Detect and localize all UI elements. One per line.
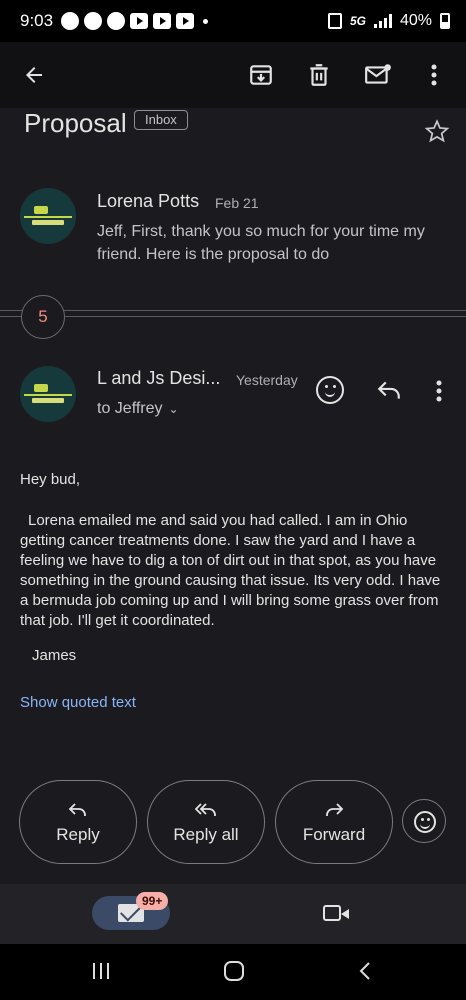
- mower-logo-icon: [34, 206, 48, 214]
- email-greeting: Hey bud,: [20, 471, 81, 488]
- email-subject: Proposal: [24, 108, 127, 138]
- system-status: 5G 40%: [327, 12, 450, 30]
- email-body: Lorena emailed me and said you had calle…: [20, 512, 441, 629]
- news-icon: [176, 13, 195, 29]
- message-snippet: Jeff, First, thank you so much for your …: [97, 223, 425, 263]
- message-more-icon[interactable]: [436, 380, 442, 402]
- recipient-details-toggle[interactable]: to Jeffrey ⌄: [97, 400, 179, 418]
- reply-all-button[interactable]: Reply all: [147, 780, 265, 864]
- inbox-label-chip[interactable]: Inbox: [134, 110, 188, 130]
- collapsed-messages-count[interactable]: 5: [21, 295, 65, 339]
- more-notifications-dot-icon: [203, 18, 209, 24]
- forward-icon: [326, 803, 344, 816]
- reply-all-label: Reply all: [173, 825, 239, 844]
- email-signature: James: [32, 647, 77, 664]
- notification-icon: [61, 12, 80, 30]
- recents-button[interactable]: [93, 963, 109, 979]
- chevron-down-icon: ⌄: [168, 402, 179, 416]
- delete-button[interactable]: [297, 53, 341, 97]
- message-date: Feb 21: [215, 195, 259, 211]
- signal-icon: [373, 14, 392, 28]
- nfc-icon: [327, 13, 342, 29]
- bottom-navigation: 99+: [0, 884, 466, 944]
- mower-logo-icon: [34, 384, 48, 392]
- unread-count-badge: 99+: [136, 892, 169, 910]
- sender-avatar[interactable]: [20, 366, 76, 422]
- mark-unread-icon: [365, 64, 391, 84]
- reply-icon[interactable]: [376, 379, 402, 401]
- battery-icon: [440, 13, 450, 29]
- youtube-icon: [130, 13, 149, 29]
- message-date: Yesterday: [236, 372, 298, 388]
- trash-icon: [310, 64, 328, 86]
- archive-icon: [250, 65, 272, 85]
- forward-label: Forward: [302, 825, 366, 844]
- battery-percent: 40%: [399, 12, 432, 29]
- show-quoted-text-link[interactable]: Show quoted text: [20, 694, 136, 711]
- archive-button[interactable]: [239, 53, 283, 97]
- reply-label: Reply: [56, 825, 100, 844]
- system-navigation-bar: [0, 944, 466, 1000]
- youtube-icon: [153, 13, 172, 29]
- smiley-icon: [414, 811, 436, 833]
- sender-avatar: [20, 188, 76, 244]
- home-button[interactable]: [224, 961, 244, 981]
- chat-icon: [84, 12, 103, 30]
- reply-button[interactable]: Reply: [19, 780, 137, 864]
- emoji-react-button[interactable]: [402, 799, 446, 843]
- nav-meet-tab[interactable]: [323, 905, 349, 921]
- star-icon[interactable]: [424, 118, 450, 144]
- forward-button[interactable]: Forward: [275, 780, 393, 864]
- status-bar: 9:03 5G 40%: [0, 0, 466, 42]
- back-arrow-icon: [26, 67, 42, 83]
- status-time: 9:03: [20, 11, 54, 30]
- subject-row: Proposal Inbox: [0, 108, 466, 156]
- back-button[interactable]: [12, 53, 56, 97]
- reply-all-icon: [195, 803, 216, 816]
- more-options-button[interactable]: [412, 53, 456, 97]
- more-vert-icon: [431, 64, 437, 86]
- notification-icon: [107, 12, 126, 30]
- network-type: 5G: [349, 14, 366, 28]
- sender-name: Lorena Potts: [97, 191, 200, 211]
- system-back-icon[interactable]: [358, 961, 372, 981]
- notification-icons: [61, 12, 209, 30]
- recipient-text: to Jeffrey: [97, 400, 163, 417]
- sender-name: L and Js Desi...: [97, 368, 221, 388]
- mark-unread-button[interactable]: [356, 53, 400, 97]
- reply-icon: [68, 803, 86, 816]
- top-app-bar: [0, 42, 466, 108]
- add-reaction-icon[interactable]: [316, 376, 344, 404]
